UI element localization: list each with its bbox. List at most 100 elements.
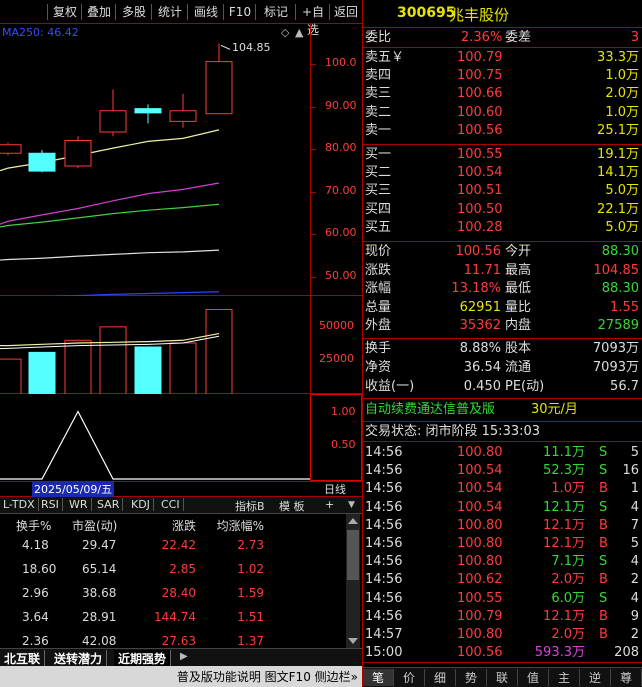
quote-tab-8[interactable]: 尊 — [611, 669, 642, 686]
table-cell: 27.63 — [161, 634, 196, 648]
sell-volume: 25.1万 — [597, 122, 639, 138]
fund-row-0[interactable]: 换手 8.88% 股本 7093万 — [363, 340, 642, 358]
quote-tab-5[interactable]: 值 — [518, 669, 549, 686]
scroll-thumb[interactable] — [347, 530, 359, 580]
tick-row-3[interactable]: 14:56 100.54 12.1万 S 4 — [363, 499, 642, 517]
price-tick — [311, 64, 316, 65]
indicator-tab-0[interactable]: L-TDX — [0, 498, 39, 511]
toolbar-button-4[interactable]: 画线 — [188, 3, 224, 21]
indicator-chart[interactable]: 1.00 0.50 — [0, 394, 362, 481]
sell-level-1[interactable]: 卖四 100.75 1.0万 — [363, 67, 642, 85]
quote-tab-7[interactable]: 逆 — [580, 669, 611, 686]
toolbar-button-3[interactable]: 统计 — [152, 3, 188, 21]
price-chart[interactable]: MA250: 46.42 ◇ ▲ 104.85 100.0 90.00 80.00 7… — [0, 24, 362, 296]
indicator-tab-2[interactable]: WR — [66, 498, 92, 511]
tick-row-2[interactable]: 14:56 100.54 1.0万 B 1 — [363, 480, 642, 498]
volume-chart[interactable]: 50000 25000 — [0, 296, 362, 394]
tick-count: 2 — [630, 572, 639, 588]
tick-price: 100.54 — [457, 463, 503, 479]
tick-row-9[interactable]: 14:56 100.79 12.1万 B 9 — [363, 608, 642, 626]
tick-row-8[interactable]: 14:56 100.55 6.0万 S 4 — [363, 590, 642, 608]
quote-tab-6[interactable]: 主 — [549, 669, 580, 686]
buy-volume: 22.1万 — [597, 201, 639, 217]
tick-row-0[interactable]: 14:56 100.80 11.1万 S 5 — [363, 444, 642, 462]
table-cell: 3.64 — [22, 610, 49, 624]
stat-row-0[interactable]: 现价 100.56 今开 88.30 — [363, 243, 642, 261]
sector-tab-2[interactable]: 近期强势 — [114, 650, 172, 667]
sell-level-2[interactable]: 卖三 100.66 2.0万 — [363, 85, 642, 103]
table-header-0[interactable]: 换手% — [16, 517, 51, 534]
volume-bar — [28, 351, 56, 394]
indicator-tab-1[interactable]: RSI — [38, 498, 63, 511]
buy-level-4[interactable]: 买五 100.28 5.0万 — [363, 219, 642, 237]
quote-tab-4[interactable]: 联 — [487, 669, 518, 686]
table-header-2[interactable]: 涨跌 — [172, 517, 196, 534]
table-header-3[interactable]: 均涨幅% — [217, 517, 264, 534]
tick-volume: 12.1万 — [543, 499, 585, 515]
weibi-value: 2.36% — [461, 30, 503, 45]
stock-list-table: 换手% 市盈(动) 涨跌 均涨幅% 4.18 29.47 22.42 2.73 18.60 65.… — [0, 514, 362, 648]
tick-row-5[interactable]: 14:56 100.80 12.1万 B 5 — [363, 535, 642, 553]
tick-price: 100.80 — [457, 517, 503, 533]
tick-row-10[interactable]: 14:57 100.80 2.0万 B 2 — [363, 626, 642, 644]
indicator-control-1[interactable]: 模 板 — [276, 498, 308, 514]
trade-status-row[interactable]: 交易状态: 闭市阶段 15:33:03 — [363, 423, 642, 441]
tick-row-4[interactable]: 14:56 100.80 12.1万 B 7 — [363, 517, 642, 535]
quote-tab-1[interactable]: 价 — [394, 669, 425, 686]
indicator-tab-3[interactable]: SAR — [94, 498, 124, 511]
buy-label: 买二 — [365, 165, 392, 181]
buy-level-0[interactable]: 买一 100.55 19.1万 — [363, 146, 642, 164]
tick-count: 1 — [630, 481, 639, 497]
quote-tab-0[interactable]: 笔 — [363, 669, 394, 686]
toolbar-button-5[interactable]: F10 — [224, 3, 256, 21]
chevron-right-icon[interactable]: ▶ — [180, 651, 188, 662]
sector-tab-1[interactable]: 送转潜力 — [50, 650, 108, 667]
buy-volume: 5.0万 — [605, 219, 639, 235]
buy-level-1[interactable]: 买二 100.54 14.1万 — [363, 164, 642, 182]
stat-row-1[interactable]: 涨跌 11.71 最高 104.85 — [363, 262, 642, 280]
promo-row[interactable]: 自动续费通达信普及版 30元/月 — [363, 401, 642, 419]
fund-row-2[interactable]: 收益(一) 0.450 PE(动) 56.7 — [363, 378, 642, 396]
chevron-down-icon[interactable]: ▼ — [348, 500, 355, 510]
indicator-tab-4[interactable]: KDJ — [128, 498, 154, 511]
indicator-control-2[interactable]: + — [322, 498, 337, 511]
buy-level-3[interactable]: 买四 100.50 22.1万 — [363, 201, 642, 219]
indicator-control-0[interactable]: 指标B — [232, 498, 268, 514]
toolbar-button-2[interactable]: 多股 — [116, 3, 152, 21]
toolbar-button-0[interactable]: 复权 — [48, 3, 82, 21]
toolbar-button-7[interactable]: +自选 — [296, 3, 330, 37]
table-scrollbar[interactable] — [346, 514, 360, 648]
quote-tab-2[interactable]: 细 — [425, 669, 456, 686]
tick-bs: B — [599, 627, 608, 642]
price-tick — [311, 276, 316, 278]
sell-level-0[interactable]: 卖五￥ 100.79 33.3万 — [363, 49, 642, 67]
price-tick — [311, 234, 316, 235]
tick-row-7[interactable]: 14:56 100.62 2.0万 B 2 — [363, 571, 642, 589]
fund-row-1[interactable]: 净资 36.54 流通 7093万 — [363, 359, 642, 377]
weibi-row[interactable]: 委比 2.36% 委差 3 — [363, 29, 642, 47]
period-label[interactable]: 日线 — [324, 482, 346, 497]
table-header-1[interactable]: 市盈(动) — [72, 517, 117, 534]
buy-label: 买四 — [365, 201, 392, 217]
toolbar-button-8[interactable]: 返回 — [330, 3, 362, 21]
stat-row-3[interactable]: 总量 62951 量比 1.55 — [363, 299, 642, 317]
scroll-down-icon[interactable] — [348, 638, 358, 644]
status-text[interactable]: 普及版功能说明 图文F10 侧边栏» — [177, 668, 358, 685]
buy-volume: 19.1万 — [597, 147, 639, 162]
sell-level-3[interactable]: 卖二 100.60 1.0万 — [363, 104, 642, 122]
sell-level-4[interactable]: 卖一 100.56 25.1万 — [363, 122, 642, 140]
toolbar-button-6[interactable]: 标记 — [256, 3, 296, 21]
stat-row-4[interactable]: 外盘 35362 内盘 27589 — [363, 317, 642, 335]
fund-label: PE(动) — [505, 379, 545, 394]
stat-row-2[interactable]: 涨幅 13.18% 最低 88.30 — [363, 280, 642, 298]
toolbar-button-1[interactable]: 叠加 — [82, 3, 116, 21]
sector-tab-0[interactable]: 北互联 — [0, 650, 46, 667]
tick-row-6[interactable]: 14:56 100.80 7.1万 S 4 — [363, 553, 642, 571]
volume-tick-label: 25000 — [319, 352, 354, 366]
tick-row-11[interactable]: 15:00 100.56 593.3万 208 — [363, 644, 642, 663]
indicator-tab-5[interactable]: CCI — [158, 498, 184, 511]
quote-tab-3[interactable]: 势 — [456, 669, 487, 686]
scroll-up-icon[interactable] — [348, 518, 358, 524]
tick-row-1[interactable]: 14:56 100.54 52.3万 S 16 — [363, 462, 642, 480]
buy-level-2[interactable]: 买三 100.51 5.0万 — [363, 182, 642, 200]
